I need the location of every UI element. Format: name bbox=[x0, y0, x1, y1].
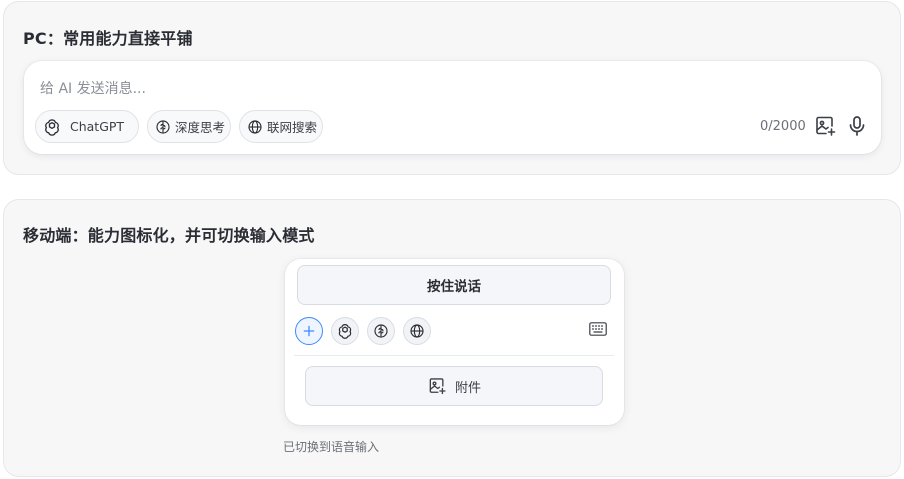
web-search-chip[interactable]: 联网搜索 bbox=[239, 110, 323, 143]
message-input[interactable]: 给 AI 发送消息... bbox=[40, 78, 146, 98]
input-mode-status: 已切换到语音输入 bbox=[283, 440, 380, 454]
chatgpt-icon bbox=[45, 118, 59, 136]
hold-to-talk-button[interactable]: 按住说话 bbox=[297, 265, 611, 305]
image-add-icon bbox=[429, 378, 446, 395]
keyboard-icon[interactable] bbox=[589, 322, 607, 336]
deep-think-button[interactable] bbox=[367, 317, 395, 345]
attachment-label: 附件 bbox=[454, 380, 481, 396]
brain-icon bbox=[156, 119, 170, 134]
chatgpt-model-chip[interactable]: ChatGPT bbox=[35, 110, 139, 143]
mobile-composer: 按住说话 附件 bbox=[285, 259, 624, 425]
web-search-chip-label: 联网搜索 bbox=[267, 120, 318, 135]
image-add-icon[interactable] bbox=[813, 114, 837, 138]
divider bbox=[294, 355, 614, 356]
pc-composer: 给 AI 发送消息... ChatGPT 深度思考 联网搜索 0/2000 bbox=[24, 61, 881, 154]
deep-think-chip[interactable]: 深度思考 bbox=[147, 110, 231, 143]
plus-icon bbox=[303, 325, 315, 337]
chatgpt-model-button[interactable] bbox=[331, 317, 359, 345]
plus-button[interactable] bbox=[295, 317, 323, 345]
deep-think-chip-label: 深度思考 bbox=[175, 120, 226, 135]
globe-icon bbox=[248, 119, 262, 134]
brain-icon bbox=[374, 324, 388, 338]
web-search-button[interactable] bbox=[403, 317, 431, 345]
chatgpt-icon bbox=[338, 324, 352, 339]
char-counter: 0/2000 bbox=[760, 119, 806, 134]
mobile-section-panel: 移动端：能力图标化，并可切换输入模式 按住说话 附件 已切换到语音输入 bbox=[3, 199, 901, 477]
globe-icon bbox=[410, 324, 424, 338]
microphone-icon[interactable] bbox=[845, 114, 869, 138]
pc-section-panel: PC：常用能力直接平铺 给 AI 发送消息... ChatGPT 深度思考 联网… bbox=[3, 1, 901, 175]
mobile-section-title: 移动端：能力图标化，并可切换输入模式 bbox=[23, 226, 315, 245]
attachment-button[interactable]: 附件 bbox=[305, 366, 603, 406]
pc-section-title: PC：常用能力直接平铺 bbox=[23, 29, 193, 48]
chatgpt-chip-label: ChatGPT bbox=[70, 119, 125, 134]
